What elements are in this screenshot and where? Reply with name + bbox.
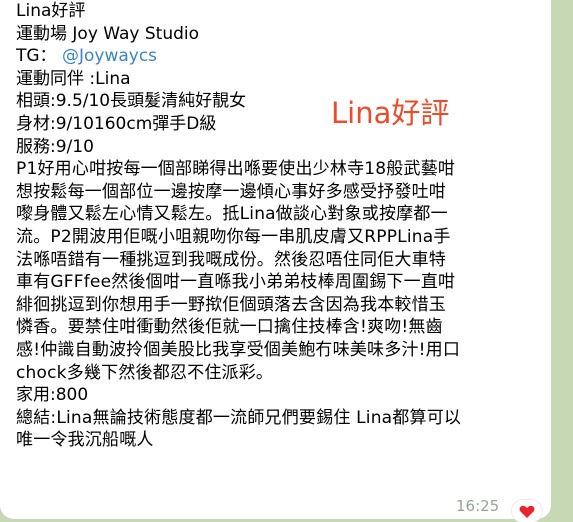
tg-label: TG： — [16, 46, 57, 67]
review-line: 感!仲識自動波拎個美股比我享受個美鮑冇味美味多汁!用口 — [16, 339, 461, 360]
tg-link[interactable]: @Joywaycs — [62, 46, 157, 66]
service-line: 服務:9/10 — [16, 136, 94, 157]
review-line: 想按鬆每一個部位一邊按摩一邊傾心事好多感受抒發吐咁 — [16, 181, 446, 202]
review-line: 車有GFFfee然後個咁一直喺我小弟弟枝棒周圍錫下一直咁 — [16, 272, 456, 293]
review-line: 流。P2開波用佢嘅小咀親吻你每一串肌皮膚又RPPLina手 — [16, 226, 451, 247]
companion-line: 運動同伴 :Lina — [16, 68, 131, 89]
overlay-title: Lina好評 — [331, 96, 450, 130]
tg-line: TG： @Joywaycs — [16, 45, 541, 68]
review-paragraph: P1好用心咁按每一個部睇得出喺要使出少林寺18般武藝咁 想按鬆每一個部位一邊按摩… — [16, 158, 512, 384]
review-line: P1好用心咁按每一個部睇得出喺要使出少林寺18般武藝咁 — [16, 159, 456, 180]
message-time: 16:25 — [456, 497, 500, 515]
summary-line: 總結:Lina無論技術態度都一流師兄們要錫住 Lina都算可以 — [16, 407, 462, 428]
summary-paragraph: 總結:Lina無論技術態度都一流師兄們要錫住 Lina都算可以 唯一令我沉船嘅人 — [16, 407, 512, 452]
message-title-line: Lina好評 — [16, 1, 86, 21]
review-line: 嚟身體又鬆左心情又鬆左。抵Lina做談心對象或按摩都一 — [16, 204, 448, 225]
heart-icon-shape — [519, 505, 535, 518]
message-bubble[interactable]: Lina好評 運動場 Joy Way Studio TG： @Joywaycs … — [0, 0, 551, 519]
venue-line: 運動場 Joy Way Studio — [16, 23, 200, 44]
figure-line: 身材:9/10160cm彈手D級 — [16, 113, 217, 134]
heart-icon[interactable] — [519, 505, 535, 519]
review-line: 緋徊挑逗到你想用手一野揿佢個頭落去含因為我本較惜玉 — [16, 294, 446, 315]
chat-scroll-area[interactable] — [553, 0, 573, 519]
review-line: 法喺唔錯有一種挑逗到我嘅成份。然後忍唔住同佢大車特 — [16, 249, 446, 270]
review-line: 憐香。要禁住咁衝動然後佢就一口擒住技棒含!爽吻!無齒 — [16, 317, 443, 338]
summary-line: 唯一令我沉船嘅人 — [16, 430, 154, 451]
looks-line: 相頭:9.5/10長頭髮清純好靚女 — [16, 91, 247, 112]
review-line: chock多幾下然後都忍不住派彩。 — [16, 362, 274, 383]
price-line: 家用:800 — [16, 385, 89, 406]
